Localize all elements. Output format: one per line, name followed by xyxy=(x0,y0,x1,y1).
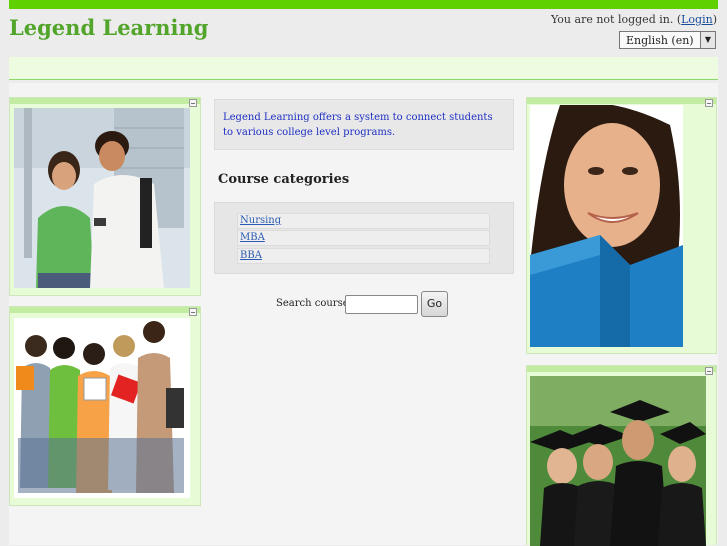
graduates-photo xyxy=(530,376,706,546)
block-header xyxy=(527,366,716,372)
dropdown-arrow-icon[interactable]: ▼ xyxy=(700,32,715,48)
left-image-block-top xyxy=(9,97,201,296)
group-of-students-photo xyxy=(14,318,190,498)
block-hide-toggle[interactable] xyxy=(189,99,197,107)
category-link-bba[interactable]: BBA xyxy=(240,250,262,261)
category-item: Nursing xyxy=(237,213,490,229)
language-value: English (en) xyxy=(626,34,694,47)
block-header xyxy=(10,307,200,313)
student-reading-book-photo xyxy=(530,105,683,347)
site-description-box: Legend Learning offers a system to conne… xyxy=(214,99,514,150)
block-hide-toggle[interactable] xyxy=(189,308,197,316)
login-prefix: You are not logged in. ( xyxy=(551,13,682,26)
right-image-block-top xyxy=(526,97,717,354)
category-link-mba[interactable]: MBA xyxy=(240,232,265,243)
course-categories-list: Nursing MBA BBA xyxy=(214,202,514,274)
navigation-bar xyxy=(9,57,718,80)
site-title[interactable]: Legend Learning xyxy=(9,15,208,40)
category-item: BBA xyxy=(237,248,490,264)
language-select[interactable]: English (en) ▼ xyxy=(619,31,716,49)
login-link[interactable]: Login xyxy=(681,13,713,26)
block-hide-toggle[interactable] xyxy=(705,367,713,375)
search-go-button[interactable]: Go xyxy=(421,291,448,317)
students-with-phone-photo xyxy=(14,108,190,288)
login-info: You are not logged in. (Login) xyxy=(551,13,717,26)
login-suffix: ) xyxy=(712,13,717,26)
category-link-nursing[interactable]: Nursing xyxy=(240,215,281,226)
category-item: MBA xyxy=(237,230,490,246)
left-image-block-bottom xyxy=(9,306,201,506)
top-accent-bar xyxy=(9,0,718,9)
site-description: Legend Learning offers a system to conne… xyxy=(223,112,493,138)
right-image-block-bottom xyxy=(526,365,717,546)
block-header xyxy=(10,98,200,104)
course-categories-heading: Course categories xyxy=(218,172,350,187)
block-header xyxy=(527,98,716,104)
block-hide-toggle[interactable] xyxy=(705,99,713,107)
search-courses-input[interactable] xyxy=(345,295,418,314)
